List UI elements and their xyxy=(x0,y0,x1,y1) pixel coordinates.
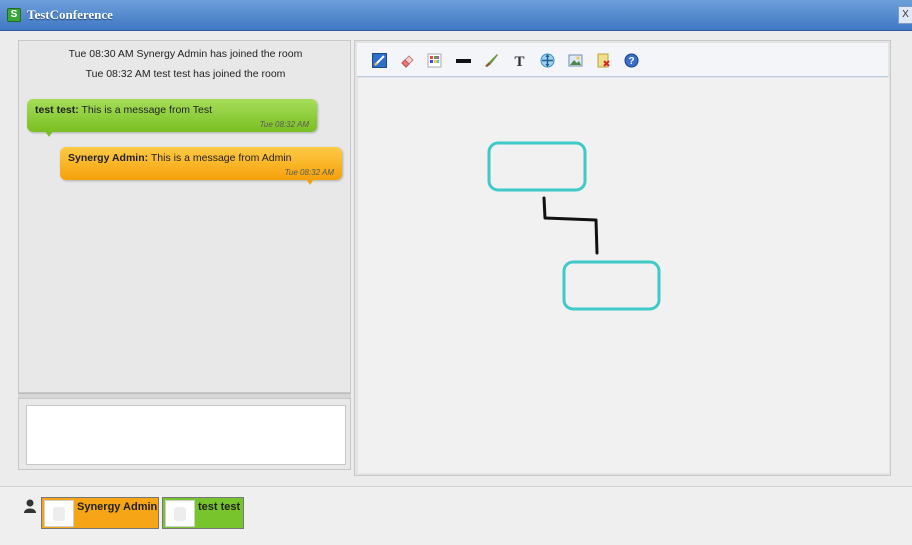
chat-history[interactable]: Tue 08:30 AM Synergy Admin has joined th… xyxy=(18,40,351,393)
message-time: Tue 08:32 AM xyxy=(259,120,309,129)
clear-board-icon[interactable] xyxy=(596,53,611,68)
drawn-box-top xyxy=(487,141,587,192)
close-button[interactable]: X xyxy=(898,6,912,24)
avatar xyxy=(165,500,195,527)
color-palette-icon[interactable] xyxy=(427,53,442,68)
participants-bar: Synergy Admin test test xyxy=(0,486,912,545)
bubble-tail xyxy=(306,179,314,185)
text-tool-icon[interactable]: T xyxy=(512,53,527,68)
user-icon xyxy=(24,499,36,513)
whiteboard-drawing xyxy=(487,141,661,311)
participant-card[interactable]: Synergy Admin xyxy=(41,497,159,529)
move-icon[interactable] xyxy=(540,53,555,68)
whiteboard-toolbar: T ? xyxy=(357,43,888,77)
svg-text:T: T xyxy=(514,54,524,68)
message-time: Tue 08:32 AM xyxy=(284,168,334,177)
drawn-box-bottom xyxy=(562,260,661,311)
chat-message: Synergy Admin: This is a message from Ad… xyxy=(60,147,342,180)
message-input[interactable] xyxy=(26,405,346,465)
window-title: TestConference xyxy=(27,7,113,22)
whiteboard-panel: T ? xyxy=(354,40,891,476)
message-input-panel xyxy=(18,398,351,470)
title-bar: S TestConference X xyxy=(0,0,912,31)
image-icon[interactable] xyxy=(568,53,583,68)
drawn-connector xyxy=(542,196,599,255)
system-message: Tue 08:30 AM Synergy Admin has joined th… xyxy=(68,48,303,60)
help-icon[interactable]: ? xyxy=(624,53,639,68)
app-icon: S xyxy=(7,8,21,22)
participant-name: test test xyxy=(198,501,241,513)
message-text: This is a message from Admin xyxy=(148,152,292,164)
whiteboard-canvas[interactable] xyxy=(358,78,889,473)
eraser-icon[interactable] xyxy=(400,53,415,68)
bubble-tail xyxy=(45,131,53,137)
chat-message: test test: This is a message from Test T… xyxy=(27,99,317,132)
system-message: Tue 08:32 AM test test has joined the ro… xyxy=(85,68,286,80)
participant-name: Synergy Admin xyxy=(77,501,158,513)
avatar xyxy=(44,500,74,527)
brush-icon[interactable] xyxy=(484,53,499,68)
message-sender: test test: xyxy=(35,104,79,116)
message-sender: Synergy Admin: xyxy=(68,152,149,164)
svg-text:?: ? xyxy=(628,56,634,67)
participant-card[interactable]: test test xyxy=(162,497,244,529)
pencil-icon[interactable] xyxy=(372,53,387,68)
message-text: This is a message from Test xyxy=(78,104,213,116)
main-area: Tue 08:30 AM Synergy Admin has joined th… xyxy=(0,31,912,486)
line-width-icon[interactable] xyxy=(456,53,471,68)
